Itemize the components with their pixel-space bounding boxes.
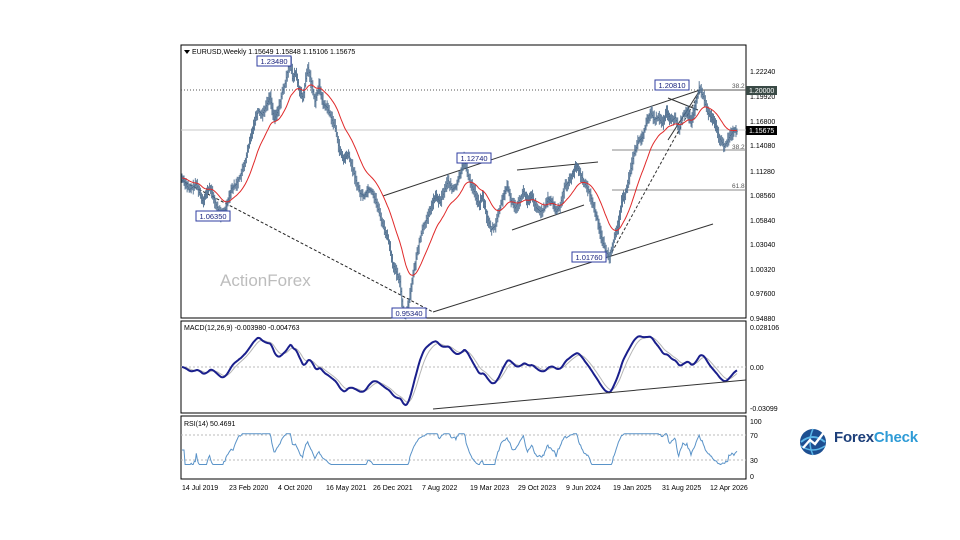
y-tick-label: 1.00320 bbox=[750, 267, 775, 274]
x-tick-label: 19 Mar 2023 bbox=[470, 485, 509, 492]
y-tick-label: 1.03040 bbox=[750, 242, 775, 249]
y-tick-label: 0.97600 bbox=[750, 291, 775, 298]
y-tick-label: 1.16800 bbox=[750, 119, 775, 126]
svg-text:1.15675: 1.15675 bbox=[749, 128, 774, 135]
fib-label: 38.2 bbox=[732, 144, 745, 151]
macd-y-tick: -0.03099 bbox=[750, 406, 778, 413]
y-tick-label: 1.14080 bbox=[750, 143, 775, 150]
svg-text:0.95340: 0.95340 bbox=[395, 309, 422, 318]
y-tick-label: 0.94880 bbox=[750, 316, 775, 323]
fib-label: 38.2 bbox=[732, 83, 745, 90]
logo-text-check: Check bbox=[873, 429, 918, 446]
rsi-panel-frame bbox=[180, 415, 747, 480]
x-tick-label: 7 Aug 2022 bbox=[422, 485, 458, 492]
macd-y-tick: 0.028106 bbox=[750, 325, 779, 332]
chart-root: EURUSD,Weekly 1.15649 1.15848 1.15106 1.… bbox=[180, 44, 779, 492]
svg-text:1.12740: 1.12740 bbox=[460, 154, 487, 163]
x-tick-label: 14 Jul 2019 bbox=[182, 485, 218, 492]
svg-text:1.01760: 1.01760 bbox=[575, 253, 602, 262]
main-y-axis: 1.22240 1.19920 1.16800 1.14080 1.11280 … bbox=[750, 69, 775, 323]
y-tick-label: 1.08560 bbox=[750, 193, 775, 200]
annotation-label: 1.23480 bbox=[256, 55, 292, 67]
svg-text:1.20000: 1.20000 bbox=[749, 88, 774, 95]
x-tick-label: 26 Dec 2021 bbox=[373, 485, 413, 492]
x-tick-label: 12 Apr 2026 bbox=[710, 485, 748, 492]
annotation-label: 1.01760 bbox=[571, 251, 607, 263]
svg-text:1.06350: 1.06350 bbox=[199, 212, 226, 221]
rsi-y-tick: 30 bbox=[750, 458, 758, 465]
x-tick-label: 29 Oct 2023 bbox=[518, 485, 556, 492]
x-tick-label: 31 Aug 2025 bbox=[662, 485, 701, 492]
logo-text-forex: Forex bbox=[834, 429, 874, 446]
globe-arrow-icon bbox=[800, 428, 828, 456]
svg-text:1.20810: 1.20810 bbox=[658, 81, 685, 90]
watermark: ActionForex bbox=[220, 271, 311, 290]
rsi-header: RSI(14) 50.4691 bbox=[184, 421, 235, 428]
annotation-label: 0.95340 bbox=[391, 307, 427, 319]
annotation-label: 1.06350 bbox=[195, 210, 231, 222]
rsi-y-tick: 70 bbox=[750, 433, 758, 440]
forexcheck-logo: ForexCheck bbox=[797, 424, 937, 458]
x-tick-label: 16 May 2021 bbox=[326, 485, 367, 492]
macd-header: MACD(12,26,9) -0.003980 -0.004763 bbox=[184, 325, 300, 332]
rsi-y-tick: 100 bbox=[750, 419, 762, 426]
svg-text:1.23480: 1.23480 bbox=[260, 57, 287, 66]
macd-y-tick: 0.00 bbox=[750, 365, 764, 372]
x-tick-label: 4 Oct 2020 bbox=[278, 485, 312, 492]
x-tick-label: 9 Jun 2024 bbox=[566, 485, 601, 492]
x-tick-label: 23 Feb 2020 bbox=[229, 485, 268, 492]
y-tick-label: 1.19920 bbox=[750, 94, 775, 101]
annotation-label: 1.20810 bbox=[654, 79, 690, 91]
current-price-box: 1.15675 bbox=[746, 126, 777, 135]
x-axis: 14 Jul 2019 23 Feb 2020 4 Oct 2020 16 Ma… bbox=[182, 485, 748, 492]
fib-label: 61.8 bbox=[732, 183, 745, 190]
x-tick-label: 19 Jan 2025 bbox=[613, 485, 652, 492]
y-tick-label: 1.11280 bbox=[750, 169, 775, 176]
y-tick-label: 1.22240 bbox=[750, 69, 775, 76]
level-price-box: 1.20000 bbox=[746, 86, 777, 95]
rsi-y-tick: 0 bbox=[750, 474, 754, 481]
y-tick-label: 1.05840 bbox=[750, 218, 775, 225]
main-header: EURUSD,Weekly 1.15649 1.15848 1.15106 1.… bbox=[192, 49, 355, 56]
annotation-label: 1.12740 bbox=[456, 152, 492, 164]
logo-text: ForexCheck bbox=[834, 429, 918, 446]
